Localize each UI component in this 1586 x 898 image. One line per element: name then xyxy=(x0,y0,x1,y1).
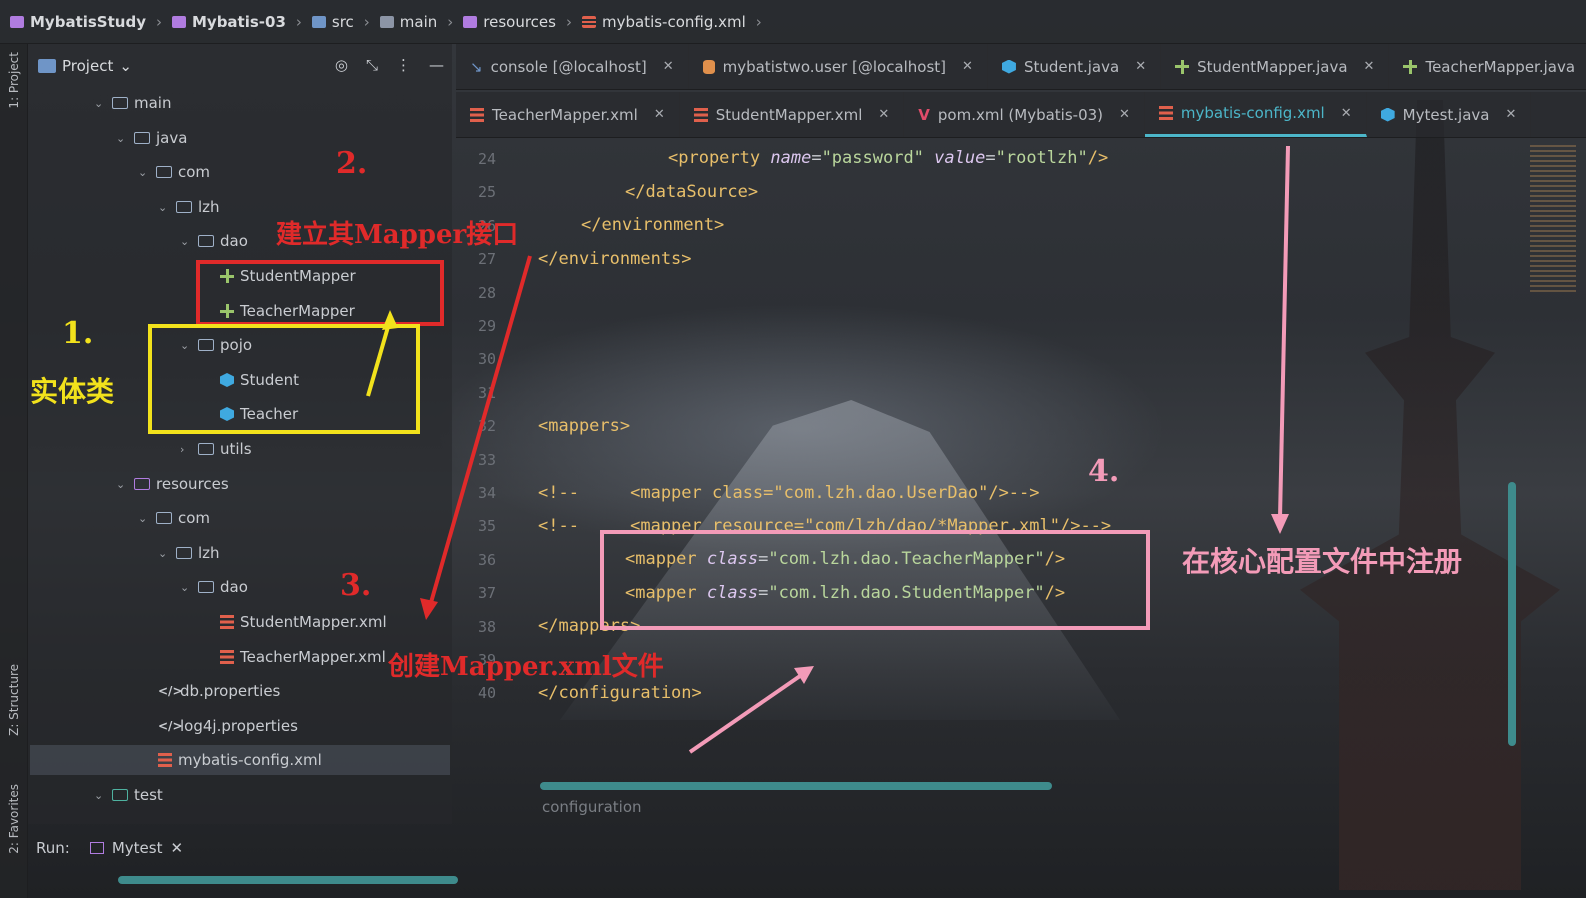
annotation-box-entity-classes xyxy=(148,324,420,434)
annotation-overlay xyxy=(148,145,1290,754)
annotation-step-3: 3. xyxy=(340,568,372,603)
annotation-step-1: 1. xyxy=(62,316,94,351)
annotation-arrow-red xyxy=(428,255,532,607)
annotation-step-2: 2. xyxy=(336,146,368,181)
arrowhead-icon xyxy=(382,310,398,330)
annotation-arrow-pink-down xyxy=(1278,145,1290,519)
annotation-entity-class: 实体类 xyxy=(30,375,115,408)
annotation-create-mapper-interface: 建立其Mapper接口 xyxy=(276,220,519,250)
annotation-arrow-pink-up xyxy=(688,674,802,754)
annotation-step-4: 4. xyxy=(1088,454,1120,489)
arrowhead-icon xyxy=(1271,514,1289,534)
annotation-register-in-config: 在核心配置文件中注册 xyxy=(1182,545,1463,578)
arrowhead-icon xyxy=(420,598,438,620)
annotation-box-mapper-registration xyxy=(600,530,1150,630)
annotation-box-mapper-interfaces xyxy=(196,260,444,326)
arrowhead-icon xyxy=(794,666,814,684)
annotation-arrow-yellow xyxy=(366,319,392,397)
annotation-create-mapper-xml: 创建Mapper.xml文件 xyxy=(388,652,664,682)
